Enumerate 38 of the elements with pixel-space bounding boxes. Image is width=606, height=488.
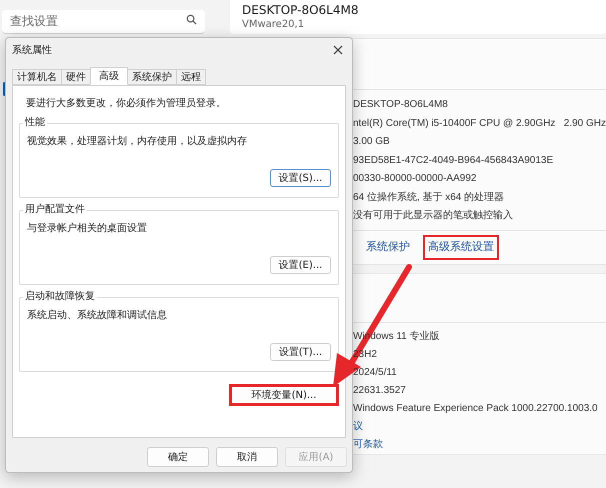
group-settings-button[interactable]: 设置(T)... bbox=[270, 343, 331, 361]
group-settings-button[interactable]: 设置(S)... bbox=[270, 169, 331, 187]
device-name: DESKTOP-8O6L4M8 bbox=[242, 3, 360, 18]
settings-link[interactable]: 系统保护 bbox=[361, 235, 415, 260]
spec-value: 64 位操作系统, 基于 x64 的处理器 bbox=[353, 190, 506, 204]
windows-spec-value: 2024/5/11 bbox=[353, 366, 398, 380]
close-icon bbox=[333, 45, 343, 55]
windows-spec-value: Windows Feature Experience Pack 1000.22700.1003.0 bbox=[353, 402, 599, 416]
license-link[interactable]: 议 bbox=[353, 418, 363, 436]
group-description: 视觉效果，处理器计划，内存使用，以及虚拟内存 bbox=[27, 134, 248, 149]
settings-link[interactable]: 高级系统设置 bbox=[423, 235, 499, 260]
group-title: 性能 bbox=[23, 117, 47, 129]
environment-variables-button[interactable]: 环境变量(N)... bbox=[229, 384, 339, 406]
spec-value: ntel(R) Core(TM) i5-10400F CPU @ 2.90GHz 2.90 GHz bbox=[353, 116, 606, 130]
dialog-tab[interactable]: 高级 bbox=[90, 67, 128, 85]
dialog-button[interactable]: 确定 bbox=[147, 447, 209, 467]
dialog-button[interactable]: 取消 bbox=[216, 447, 278, 467]
admin-notice: 要进行大多数更改，你必须作为管理员登录。 bbox=[26, 96, 227, 111]
group-title: 用户配置文件 bbox=[23, 204, 87, 216]
dialog-tab[interactable]: 硬件 bbox=[61, 69, 91, 85]
spec-value: 没有可用于此显示器的笔或触控输入 bbox=[353, 208, 514, 223]
device-model: VMware20,1 bbox=[242, 18, 306, 31]
spec-value: 93ED58E1-47C2-4049-B964-456843A9013E bbox=[353, 154, 554, 168]
license-link[interactable]: 可条款 bbox=[353, 436, 383, 454]
spec-value: DESKTOP-8O6L4M8 bbox=[353, 98, 449, 112]
group-description: 与登录帐户相关的桌面设置 bbox=[27, 222, 148, 236]
group-settings-button[interactable]: 设置(E)... bbox=[270, 256, 331, 274]
windows-spec-value: 22631.3527 bbox=[353, 384, 407, 398]
search-icon bbox=[186, 14, 197, 25]
group-title: 启动和故障恢复 bbox=[23, 291, 97, 303]
dialog-tab[interactable]: 系统保护 bbox=[127, 69, 177, 85]
dialog-title: 系统属性 bbox=[12, 44, 52, 58]
dialog-tab[interactable]: 计算机名 bbox=[12, 69, 62, 85]
search-field[interactable]: 查找设置 bbox=[2, 10, 205, 34]
spec-value: 00330-80000-00000-AA992 bbox=[353, 172, 478, 186]
dialog-tab[interactable]: 远程 bbox=[176, 69, 206, 85]
group-description: 系统启动、系统故障和调试信息 bbox=[27, 308, 168, 323]
spec-value: 3.00 GB bbox=[353, 135, 391, 149]
